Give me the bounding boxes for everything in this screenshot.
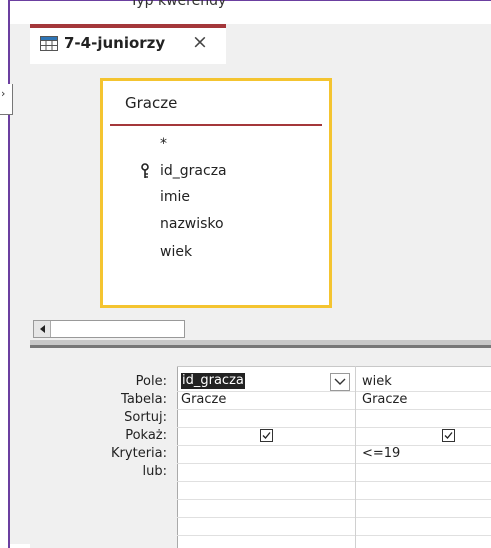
grid-selector-row <box>177 366 491 367</box>
chevron-down-icon <box>334 378 346 385</box>
row-label-table: Tabela: <box>121 392 167 407</box>
field-nazwisko[interactable]: nazwisko <box>160 216 224 232</box>
check-icon <box>262 432 271 439</box>
grid-line <box>177 535 491 536</box>
key-icon <box>141 163 149 178</box>
field-dropdown-button[interactable] <box>330 373 350 391</box>
field-cell-col2[interactable]: wiek <box>362 374 392 389</box>
left-panel-strip <box>10 64 30 544</box>
column-divider <box>355 366 356 548</box>
field-wiek[interactable]: wiek <box>160 244 192 260</box>
row-label-or: lub: <box>142 464 167 479</box>
row-label-show: Pokaż: <box>125 428 167 443</box>
grid-line <box>177 427 491 428</box>
table-title-divider <box>110 124 322 126</box>
show-checkbox-col1[interactable] <box>260 429 273 442</box>
criteria-cell-col2[interactable]: <=19 <box>362 446 400 461</box>
tab-accent-bar <box>30 24 226 28</box>
field-imie[interactable]: imie <box>160 189 190 205</box>
arrow-left-icon <box>40 325 45 333</box>
grid-line <box>177 409 491 410</box>
row-label-criteria: Kryteria: <box>111 446 167 461</box>
show-checkbox-col2[interactable] <box>442 429 455 442</box>
tab-label: 7-4-juniorzy <box>64 34 166 52</box>
grid-line <box>177 445 491 446</box>
grid-line <box>177 463 491 464</box>
table-title[interactable]: Gracze <box>125 94 177 112</box>
field-all[interactable]: * <box>160 136 167 152</box>
row-label-field: Pole: <box>135 374 167 389</box>
horizontal-scrollbar[interactable] <box>33 320 185 338</box>
grid-line <box>177 517 491 518</box>
table-cell-col2[interactable]: Gracze <box>362 392 407 407</box>
window-title: Typ kwerendy <box>130 0 227 9</box>
row-label-sort: Sortuj: <box>124 410 167 425</box>
grid-line <box>177 481 491 482</box>
expand-icon: › <box>1 87 6 100</box>
grid-line <box>177 499 491 500</box>
close-icon[interactable]: × <box>192 31 208 53</box>
check-icon <box>444 432 453 439</box>
table-field-list[interactable] <box>100 78 332 308</box>
table-cell-col1[interactable]: Gracze <box>181 392 226 407</box>
window-frame-top <box>8 0 491 1</box>
query-icon <box>40 36 58 51</box>
field-id-gracza[interactable]: id_gracza <box>160 163 227 179</box>
field-cell-col1[interactable]: id_gracza <box>181 373 245 389</box>
